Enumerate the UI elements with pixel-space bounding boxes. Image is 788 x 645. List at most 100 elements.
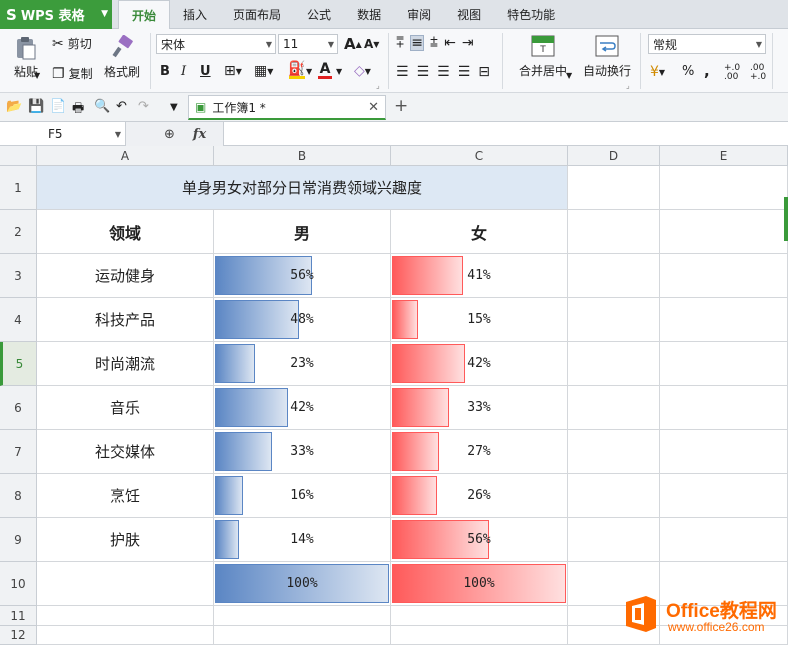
copy-button[interactable]: ❐ 复制: [52, 65, 93, 82]
male-cell[interactable]: 14%: [214, 518, 391, 562]
print-preview-icon[interactable]: 🔍: [94, 99, 110, 114]
undo-icon[interactable]: ↶: [116, 99, 127, 114]
open-folder-icon[interactable]: 📂: [6, 99, 22, 114]
cut-button[interactable]: ✂ 剪切: [52, 35, 92, 52]
chevron-down-icon[interactable]: ▼: [336, 67, 342, 76]
wrap-text-button[interactable]: 自动换行: [580, 35, 634, 79]
document-tab[interactable]: ▣ 工作簿1 * ✕: [188, 95, 386, 120]
cell[interactable]: [568, 210, 660, 254]
male-cell[interactable]: 23%: [214, 342, 391, 386]
align-top-icon[interactable]: ⩱: [396, 36, 404, 50]
tab-special-features[interactable]: 特色功能: [494, 0, 568, 29]
tab-insert[interactable]: 插入: [170, 0, 220, 29]
tab-page-layout[interactable]: 页面布局: [220, 0, 294, 29]
header-female[interactable]: 女: [391, 210, 568, 254]
zoom-search-icon[interactable]: ⊕: [164, 127, 175, 142]
male-cell[interactable]: 100%: [214, 562, 391, 606]
cell[interactable]: [391, 626, 568, 645]
field-cell[interactable]: 护肤: [37, 518, 214, 562]
cell[interactable]: [568, 298, 660, 342]
tab-data[interactable]: 数据: [344, 0, 394, 29]
align-right-icon[interactable]: ☰: [437, 65, 450, 79]
female-cell[interactable]: 41%: [391, 254, 568, 298]
shrink-font-button[interactable]: A ▼: [364, 37, 379, 51]
header-male[interactable]: 男: [214, 210, 391, 254]
row-header[interactable]: 7: [0, 430, 37, 474]
insert-function-icon[interactable]: fx: [193, 127, 206, 142]
cell[interactable]: [660, 386, 788, 430]
comma-style-button[interactable]: ,: [704, 62, 710, 80]
cell[interactable]: [660, 166, 788, 210]
percent-button[interactable]: %: [682, 64, 694, 79]
borders-button[interactable]: ⊞ ▼: [224, 64, 242, 78]
column-header-d[interactable]: D: [568, 146, 660, 166]
field-cell[interactable]: 社交媒体: [37, 430, 214, 474]
row-header[interactable]: 8: [0, 474, 37, 518]
column-header-a[interactable]: A: [37, 146, 214, 166]
cell[interactable]: [660, 474, 788, 518]
row-header-selected[interactable]: 5: [0, 342, 37, 386]
cell[interactable]: [660, 210, 788, 254]
grow-font-button[interactable]: A ▲: [344, 35, 362, 53]
row-header[interactable]: 1: [0, 166, 37, 210]
male-cell[interactable]: 48%: [214, 298, 391, 342]
cell[interactable]: [214, 606, 391, 626]
cell[interactable]: [37, 606, 214, 626]
customize-dropdown-icon[interactable]: ▼: [170, 102, 178, 113]
new-tab-plus-icon[interactable]: +: [394, 96, 408, 116]
title-cell[interactable]: 单身男女对部分日常消费领域兴趣度: [37, 166, 568, 210]
male-cell[interactable]: 42%: [214, 386, 391, 430]
align-middle-icon[interactable]: ≡: [410, 35, 424, 51]
paste-dropdown-icon[interactable]: ▼: [34, 71, 40, 80]
cell[interactable]: [568, 430, 660, 474]
female-cell[interactable]: 26%: [391, 474, 568, 518]
increase-indent-icon[interactable]: ⇥: [462, 36, 474, 50]
cell[interactable]: [214, 626, 391, 645]
align-bottom-icon[interactable]: ⩲: [430, 36, 438, 50]
cell[interactable]: [660, 430, 788, 474]
cell[interactable]: [568, 166, 660, 210]
field-cell[interactable]: [37, 562, 214, 606]
chevron-down-icon[interactable]: ▼: [566, 71, 572, 80]
cell[interactable]: [568, 342, 660, 386]
font-name-select[interactable]: 宋体 ▼: [156, 34, 276, 54]
justify-icon[interactable]: ☰: [458, 65, 471, 79]
number-format-select[interactable]: 常规 ▼: [648, 34, 766, 54]
decrease-indent-icon[interactable]: ⇤: [444, 36, 456, 50]
cell[interactable]: [660, 254, 788, 298]
row-header[interactable]: 6: [0, 386, 37, 430]
cell[interactable]: [37, 626, 214, 645]
column-header-c[interactable]: C: [391, 146, 568, 166]
row-header[interactable]: 3: [0, 254, 37, 298]
female-cell[interactable]: 42%: [391, 342, 568, 386]
formula-input[interactable]: [224, 122, 788, 146]
column-header-e[interactable]: E: [660, 146, 788, 166]
field-cell[interactable]: 运动健身: [37, 254, 214, 298]
cell[interactable]: [568, 474, 660, 518]
align-center-icon[interactable]: ☰: [417, 65, 430, 79]
save-icon[interactable]: 💾: [28, 99, 44, 114]
field-cell[interactable]: 音乐: [37, 386, 214, 430]
font-dialog-launcher-icon[interactable]: ⌟: [376, 81, 380, 90]
female-cell[interactable]: 56%: [391, 518, 568, 562]
row-header[interactable]: 2: [0, 210, 37, 254]
align-left-icon[interactable]: ☰: [396, 65, 409, 79]
name-box[interactable]: F5 ▼: [0, 122, 126, 146]
increase-decimal-button[interactable]: +.0 .00: [724, 64, 740, 82]
clear-button[interactable]: ◇ ▼: [354, 64, 371, 78]
row-header[interactable]: 9: [0, 518, 37, 562]
male-cell[interactable]: 16%: [214, 474, 391, 518]
row-header[interactable]: 4: [0, 298, 37, 342]
fill-color-button[interactable]: ⛽: [288, 62, 305, 79]
font-size-select[interactable]: 11 ▼: [278, 34, 338, 54]
female-cell[interactable]: 27%: [391, 430, 568, 474]
close-icon[interactable]: ✕: [368, 100, 379, 115]
female-cell[interactable]: 33%: [391, 386, 568, 430]
cell[interactable]: [660, 298, 788, 342]
select-all-corner[interactable]: [0, 146, 37, 166]
column-header-b[interactable]: B: [214, 146, 391, 166]
male-cell[interactable]: 56%: [214, 254, 391, 298]
app-menu-button[interactable]: S WPS 表格 ▼: [0, 0, 112, 29]
field-cell[interactable]: 烹饪: [37, 474, 214, 518]
italic-button[interactable]: I: [181, 64, 186, 79]
